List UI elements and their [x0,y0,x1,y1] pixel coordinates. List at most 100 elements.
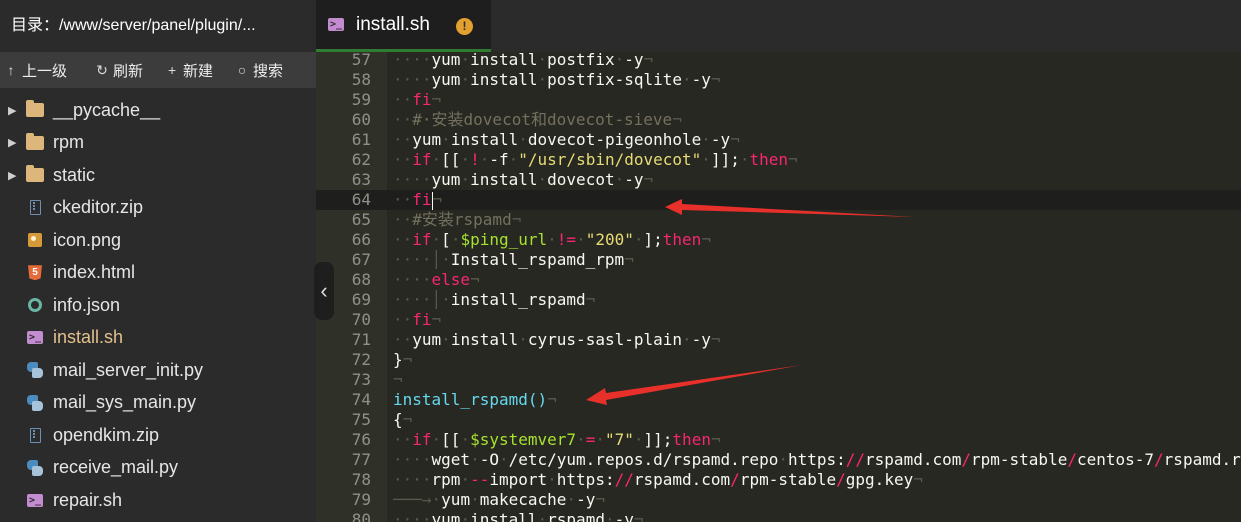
folder-icon [26,132,44,151]
folder-icon [26,165,44,183]
code-line[interactable]: 67 ····│·Install_rspamd_rpm¬ [316,250,1241,270]
code-line[interactable]: 58 ····yum·install·postfix-sqlite·-y¬ [316,70,1241,90]
tree-item-info-json[interactable]: info.json [0,289,316,322]
terminal-icon: >_ [27,331,43,345]
code-line[interactable]: 78 ····rpm·--import·https://rspamd.com/rp… [316,470,1241,490]
line-number: 65 [351,210,371,229]
code-line[interactable]: 70 ··fi¬ [316,310,1241,330]
file-name: static [53,164,96,185]
search-label: 搜索 [253,62,284,80]
new-button[interactable]: + 新建 [161,60,223,81]
file-name: index.html [53,262,136,283]
refresh-button[interactable]: ↻ 刷新 [91,60,153,81]
tab-install-sh[interactable]: >_ install.sh ! [316,0,491,52]
json-file-icon [26,297,44,313]
code-line[interactable]: 57 ····yum·install·postfix·-y¬ [316,52,1241,70]
directory-path: 目录：/www/server/panel/plugin/... [0,0,316,52]
line-number: 78 [351,470,371,489]
line-number: 64 [351,190,371,209]
line-number: 63 [351,170,371,189]
tree-item-mail-server-init-py[interactable]: mail_server_init.py [0,354,316,387]
tree-item-ckeditor-zip[interactable]: ckeditor.zip [0,192,316,225]
code-line[interactable]: 65 ··#安装rspamd¬ [316,210,1241,230]
up-level-button[interactable]: ↑ 上一级 [0,60,77,81]
code-line-current[interactable]: 64 ··fi¬ [316,190,1241,210]
code-line[interactable]: 80 ····yum·install·rspamd·-y¬ [316,510,1241,522]
python-icon [26,394,44,411]
terminal-icon: >_ [328,18,344,31]
search-icon: ○ [237,62,247,78]
tree-item-index-html[interactable]: 5 index.html [0,257,316,290]
chevron-right-icon[interactable]: ▶ [8,104,16,117]
code-line[interactable]: 60 ··#·安装dovecot和dovecot-sieve¬ [316,110,1241,130]
code-line[interactable]: 75 {¬ [316,410,1241,430]
search-button[interactable]: ○ 搜索 [231,60,293,81]
file-tree: ▶ __pycache__ ▶ rpm ▶ static ckeditor.zi… [0,94,316,517]
warning-icon: ! [456,18,473,35]
line-number: 71 [351,330,371,349]
zip-file-icon [26,427,44,443]
plus-icon: + [167,62,177,78]
chevron-left-icon: ‹ [320,278,328,303]
line-number: 73 [351,370,371,389]
code-line[interactable]: 63 ····yum·install·dovecot·-y¬ [316,170,1241,190]
chevron-right-icon[interactable]: ▶ [8,169,16,182]
tree-item-rpm[interactable]: ▶ rpm [0,127,316,160]
file-name: rpm [53,132,84,153]
code-line[interactable]: 69 ····│·install_rspamd¬ [316,290,1241,310]
file-explorer: 目录：/www/server/panel/plugin/... ↑ 上一级 ↻ … [0,0,316,522]
code-line[interactable]: 68 ····else¬ [316,270,1241,290]
folder-icon [26,100,44,118]
file-name: __pycache__ [53,99,161,120]
zip-file-icon [26,200,44,216]
file-name: receive_mail.py [53,457,179,478]
code-line[interactable]: 61 ··yum·install·dovecot-pigeonhole·-y¬ [316,130,1241,150]
file-name: mail_sys_main.py [53,392,197,413]
editor-tab-bar: >_ install.sh ! [316,0,1241,52]
python-icon [26,459,44,476]
code-line[interactable]: 62 ··if·[[·!·-f·"/usr/sbin/dovecot"·]];·t… [316,150,1241,170]
tree-item-icon-png[interactable]: icon.png [0,224,316,257]
file-name: info.json [53,294,121,315]
code-line[interactable]: 74 install_rspamd()¬ [316,390,1241,410]
line-number: 58 [351,70,371,89]
refresh-label: 刷新 [113,62,144,80]
line-number: 79 [351,490,371,509]
tree-item-repair-sh[interactable]: >_ repair.sh [0,484,316,517]
code-editor[interactable]: 57 ····yum·install·postfix·-y¬ 58 ····yum·… [316,52,1241,522]
collapse-sidebar-button[interactable]: ‹ [314,262,334,320]
code-line[interactable]: 72}¬ [316,350,1241,370]
file-name: repair.sh [53,489,123,510]
code-line[interactable]: 71 ··yum·install·cyrus-sasl-plain·-y¬ [316,330,1241,350]
file-name: install.sh [53,327,124,348]
code-line[interactable]: 59 ··fi¬ [316,90,1241,110]
file-name: mail_server_init.py [53,359,204,380]
explorer-toolbar: ↑ 上一级 ↻ 刷新 + 新建 ○ 搜索 [0,52,316,88]
tree-item-pycache[interactable]: ▶ __pycache__ [0,94,316,127]
line-number: 66 [351,230,371,249]
line-number: 80 [351,510,371,522]
tree-item-static[interactable]: ▶ static [0,159,316,192]
line-number: 74 [351,390,371,409]
line-number: 57 [351,52,371,69]
file-name: opendkim.zip [53,424,160,445]
up-level-label: 上一级 [22,62,68,80]
code-line[interactable]: 73 ¬ [316,370,1241,390]
refresh-icon: ↻ [96,61,108,78]
code-line[interactable]: 76 ··if·[[·$systemver7·=·"7"·]];then¬ [316,430,1241,450]
line-number: 76 [351,430,371,449]
code-line[interactable]: 77 ····wget·-O·/etc/yum.repos.d/rspamd.re… [316,450,1241,470]
tree-item-mail-sys-main-py[interactable]: mail_sys_main.py [0,387,316,420]
chevron-right-icon[interactable]: ▶ [8,136,16,149]
tree-item-receive-mail-py[interactable]: receive_mail.py [0,452,316,485]
tree-item-install-sh[interactable]: >_ install.sh [0,322,316,355]
arrow-up-icon: ↑ [7,62,15,78]
tab-label: install.sh [356,13,430,35]
code-line[interactable]: 66 ··if·[·$ping_url·!=·"200"·];then¬ [316,230,1241,250]
code-line[interactable]: 79 ───→·yum·makecache·-y¬ [316,490,1241,510]
line-number: 61 [351,130,371,149]
html5-icon: 5 [26,265,44,281]
python-icon [26,362,44,379]
tree-item-opendkim-zip[interactable]: opendkim.zip [0,419,316,452]
file-name: ckeditor.zip [53,197,144,218]
